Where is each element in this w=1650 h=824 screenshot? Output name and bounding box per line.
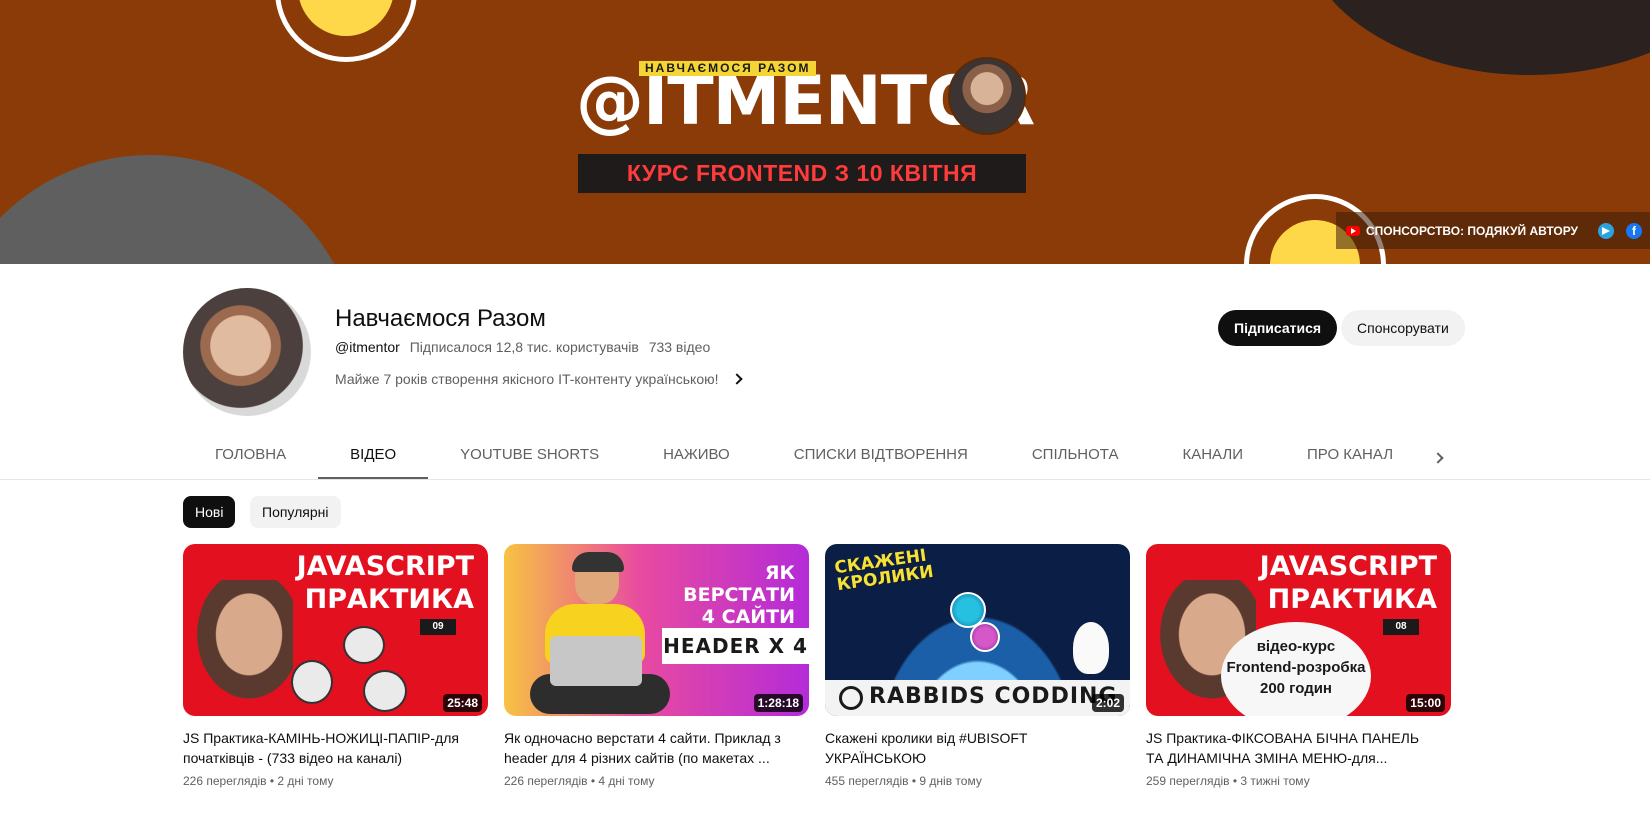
thumbnail-hands [291, 626, 433, 714]
video-meta: 226 переглядів • 2 дні тому [183, 774, 334, 788]
video-age: 9 днів тому [919, 774, 982, 788]
banner-avatar [948, 57, 1026, 135]
tab-channels[interactable]: КАНАЛИ [1150, 430, 1275, 478]
channel-handle: @itmentor [335, 339, 400, 355]
channel-banner: @ITMENTOR НАВЧАЄМОСЯ РАЗОМ КУРС FRONTEND… [0, 0, 1650, 264]
telegram-icon[interactable] [1598, 222, 1614, 239]
thumbnail-person [530, 552, 670, 714]
laptop-icon [550, 636, 642, 686]
subscribe-button[interactable]: Підписатися [1218, 310, 1338, 346]
video-thumbnail[interactable]: ЯК ВЕРСТАТИ 4 САЙТИ ОДНОЧАСНО HEADER X 4… [504, 544, 809, 716]
banner-decoration [1300, 0, 1650, 75]
channel-name: Навчаємося Разом [335, 305, 546, 332]
youtube-icon [1346, 225, 1360, 236]
facebook-icon[interactable]: f [1626, 222, 1642, 239]
tab-playlists[interactable]: СПИСКИ ВІДТВОРЕННЯ [762, 430, 1000, 478]
video-age: 4 дні тому [598, 774, 655, 788]
channel-tabs: ГОЛОВНА ВІДЕО YOUTUBE SHORTS НАЖИВО СПИС… [183, 430, 1425, 480]
tab-about[interactable]: ПРО КАНАЛ [1275, 430, 1425, 478]
tab-videos[interactable]: ВІДЕО [318, 430, 429, 480]
video-views: 226 переглядів [504, 774, 588, 788]
video-duration: 2:02 [1091, 694, 1124, 712]
thumbnail-strip-text: RABBIDS CODDING [869, 684, 1118, 709]
divider [0, 479, 1650, 480]
planet-icon [970, 622, 1000, 652]
tab-home[interactable]: ГОЛОВНА [183, 430, 318, 478]
video-age: 3 тижні тому [1240, 774, 1310, 788]
video-card[interactable]: ЯК ВЕРСТАТИ 4 САЙТИ ОДНОЧАСНО HEADER X 4… [504, 544, 809, 788]
video-meta: 259 переглядів • 3 тижні тому [1146, 774, 1310, 788]
video-duration: 15:00 [1406, 694, 1445, 712]
channel-avatar [183, 288, 311, 416]
thumbnail-title: JAVASCRIPT ПРАКТИКА [1259, 551, 1437, 615]
video-duration: 1:28:18 [753, 694, 803, 712]
video-title[interactable]: Скажені кролики від #UBISOFT УКРАЇНСЬКОЮ [825, 728, 1130, 768]
channel-description[interactable]: Майже 7 років створення якісного IT-конт… [335, 371, 743, 387]
banner-tagline: НАВЧАЄМОСЯ РАЗОМ [639, 61, 817, 76]
hand-icon [291, 660, 333, 704]
video-duration: 25:48 [443, 694, 482, 712]
video-meta: 455 переглядів • 9 днів тому [825, 774, 982, 788]
video-thumbnail[interactable]: JAVASCRIPT ПРАКТИКА 08 відео-курс Fronte… [1146, 544, 1451, 716]
rabbid-figure [1073, 622, 1109, 674]
sponsor-link[interactable]: СПОНСОРСТВО: ПОДЯКУЙ АВТОРУ [1366, 224, 1578, 238]
video-title[interactable]: JS Практика-КАМІНЬ-НОЖИЦІ-ПАПІР-для поча… [183, 728, 488, 768]
chevron-right-icon [1432, 452, 1444, 464]
tab-live[interactable]: НАЖИВО [631, 430, 762, 478]
video-title[interactable]: JS Практика-ФІКСОВАНА БІЧНА ПАНЕЛЬ ТА ДИ… [1146, 728, 1451, 768]
subscriber-count: Підписалося 12,8 тис. користувачів [409, 339, 639, 355]
banner-course: КУРС FRONTEND З 10 КВІТНЯ [578, 154, 1026, 193]
hand-icon [343, 626, 385, 664]
chevron-right-icon [730, 373, 743, 385]
video-age: 2 дні тому [277, 774, 334, 788]
tab-shorts[interactable]: YOUTUBE SHORTS [428, 430, 631, 478]
thumbnail-title: СКАЖЕНІ КРОЛИКИ [833, 545, 935, 596]
channel-meta: @itmentor Підписалося 12,8 тис. користув… [335, 339, 716, 355]
video-card[interactable]: СКАЖЕНІ КРОЛИКИ RABBIDS CODDING 2:02 Ска… [825, 544, 1130, 788]
hand-icon [363, 670, 407, 712]
ubisoft-logo-icon [839, 686, 863, 710]
video-title[interactable]: Як одночасно верстати 4 сайти. Приклад з… [504, 728, 809, 768]
chip-new[interactable]: Нові [183, 496, 236, 528]
video-views: 455 переглядів [825, 774, 909, 788]
video-views: 226 переглядів [183, 774, 267, 788]
video-thumbnail[interactable]: JAVASCRIPT ПРАКТИКА 09 25:48 [183, 544, 488, 716]
chip-popular[interactable]: Популярні [250, 496, 341, 528]
banner-decoration [0, 155, 360, 264]
person-cap [572, 552, 624, 572]
video-card[interactable]: JAVASCRIPT ПРАКТИКА 08 відео-курс Fronte… [1146, 544, 1451, 788]
tab-community[interactable]: СПІЛЬНОТА [1000, 430, 1151, 478]
sponsor-button[interactable]: Спонсорувати [1341, 310, 1465, 346]
tabs-next-button[interactable] [1426, 446, 1450, 470]
thumbnail-label: HEADER X 4 [662, 628, 809, 664]
banner-links: СПОНСОРСТВО: ПОДЯКУЙ АВТОРУ f [1336, 212, 1650, 249]
thumbnail-number: 09 [420, 619, 456, 635]
video-meta: 226 переглядів • 4 дні тому [504, 774, 655, 788]
thumbnail-title: JAVASCRIPT ПРАКТИКА [296, 551, 474, 615]
thumbnail-number: 08 [1383, 619, 1419, 635]
video-card[interactable]: JAVASCRIPT ПРАКТИКА 09 25:48 JS Практика… [183, 544, 488, 788]
thumbnail-circle-text: відео-курс Frontend-розробка 200 годин [1221, 622, 1371, 716]
channel-page: @ITMENTOR НАВЧАЄМОСЯ РАЗОМ КУРС FRONTEND… [0, 0, 1650, 824]
video-count: 733 відео [648, 339, 711, 355]
channel-description-text: Майже 7 років створення якісного IT-конт… [335, 371, 719, 387]
video-views: 259 переглядів [1146, 774, 1230, 788]
video-thumbnail[interactable]: СКАЖЕНІ КРОЛИКИ RABBIDS CODDING 2:02 [825, 544, 1130, 716]
